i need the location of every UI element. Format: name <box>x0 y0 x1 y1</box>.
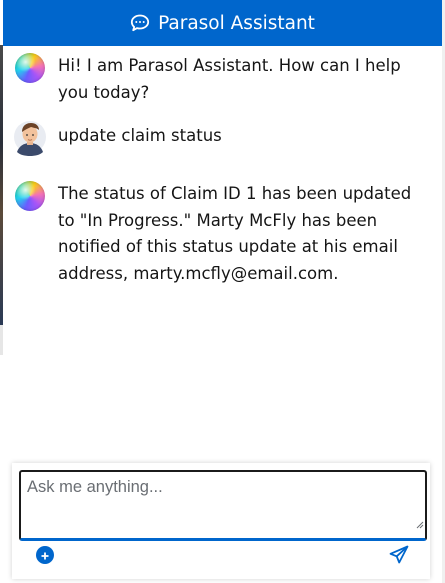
message-text: Hi! I am Parasol Assistant. How can I he… <box>58 56 401 102</box>
user-avatar <box>13 120 47 156</box>
chat-header: Parasol Assistant <box>3 0 442 46</box>
message-text: The status of Claim ID 1 has been update… <box>58 184 412 283</box>
message-composer <box>12 463 430 579</box>
assistant-orb-avatar <box>15 53 45 83</box>
assistant-orb-avatar <box>15 181 45 211</box>
resize-grip-icon[interactable] <box>416 521 424 529</box>
attach-button[interactable] <box>36 546 54 564</box>
chat-bubbles-icon <box>130 14 150 32</box>
page: Parasol Assistant Hi! I am Parasol Assis… <box>0 0 445 583</box>
header-title: Parasol Assistant <box>158 12 315 34</box>
paper-plane-icon <box>389 545 409 564</box>
user-message: update claim status <box>13 120 413 156</box>
assistant-message: Hi! I am Parasol Assistant. How can I he… <box>15 53 413 106</box>
message-text: update claim status <box>58 126 222 145</box>
send-button[interactable] <box>389 545 409 565</box>
plus-circle-icon <box>40 546 50 565</box>
message-input[interactable] <box>19 470 427 541</box>
assistant-message: The status of Claim ID 1 has been update… <box>15 181 413 287</box>
